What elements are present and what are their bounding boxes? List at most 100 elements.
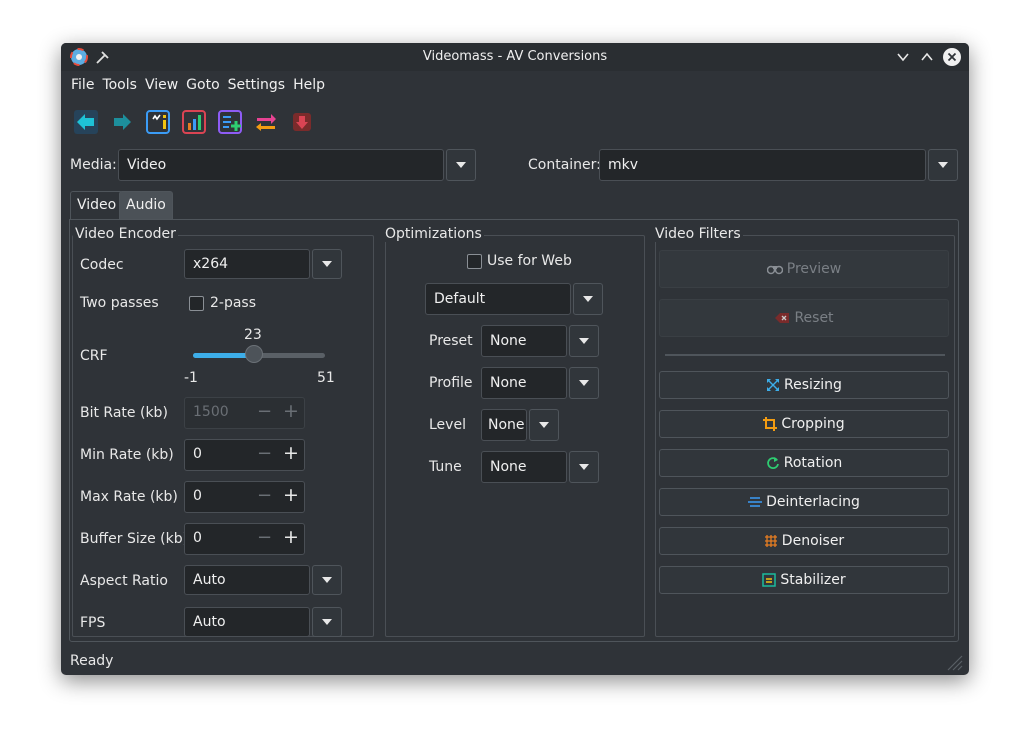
- optimizations-title: Optimizations: [383, 226, 484, 242]
- tab-video[interactable]: Video: [70, 191, 124, 219]
- rotation-label: Rotation: [783, 455, 843, 471]
- info-icon[interactable]: [145, 109, 171, 135]
- profile-preset-select[interactable]: Default: [425, 283, 571, 315]
- container-label: Container:: [528, 157, 601, 173]
- bitrate-increment[interactable]: +: [283, 400, 299, 422]
- codec-dropdown-button[interactable]: [312, 249, 342, 279]
- fps-select[interactable]: Auto: [184, 607, 310, 637]
- codec-label: Codec: [80, 257, 124, 273]
- bitrate-decrement[interactable]: −: [257, 401, 272, 422]
- profile-select[interactable]: None: [481, 367, 567, 399]
- media-label: Media:: [70, 157, 117, 173]
- reset-button[interactable]: Reset: [659, 299, 949, 337]
- profile-preset-dropdown-button[interactable]: [573, 283, 603, 315]
- cropping-button[interactable]: Cropping: [659, 410, 949, 438]
- crf-value: 23: [244, 327, 262, 343]
- maxrate-spinbox[interactable]: 0 − +: [184, 481, 305, 513]
- status-text: Ready: [70, 653, 114, 669]
- maxrate-label: Max Rate (kb): [80, 489, 178, 505]
- preset-select[interactable]: None: [481, 325, 567, 357]
- crf-min-label: -1: [184, 370, 198, 386]
- crop-icon: [763, 417, 778, 431]
- use-for-web-checkbox[interactable]: [467, 254, 482, 269]
- use-for-web-label: Use for Web: [487, 253, 572, 269]
- buffer-size-decrement[interactable]: −: [257, 527, 272, 548]
- minrate-spinbox[interactable]: 0 − +: [184, 439, 305, 471]
- two-pass-checkbox-label: 2-pass: [210, 295, 257, 311]
- stats-chart-icon[interactable]: [181, 109, 207, 135]
- noise-icon: [764, 535, 777, 547]
- crf-label: CRF: [80, 348, 108, 364]
- rotation-button[interactable]: Rotation: [659, 449, 949, 477]
- level-select[interactable]: None: [481, 409, 527, 441]
- maxrate-increment[interactable]: +: [283, 484, 299, 506]
- profile-dropdown-button[interactable]: [569, 367, 599, 399]
- rotate-icon: [766, 457, 779, 469]
- bitrate-label: Bit Rate (kb): [80, 405, 168, 421]
- cropping-label: Cropping: [781, 416, 845, 432]
- bitrate-spinbox[interactable]: 1500 − +: [184, 397, 305, 429]
- minrate-label: Min Rate (kb): [80, 447, 174, 463]
- codec-select[interactable]: x264: [184, 249, 310, 279]
- container-dropdown-button[interactable]: [928, 149, 958, 181]
- close-icon[interactable]: [942, 47, 962, 67]
- fps-dropdown-button[interactable]: [312, 607, 342, 637]
- app-window: Videomass - AV Conversions File Tools Vi…: [61, 43, 969, 675]
- aspect-ratio-dropdown-button[interactable]: [312, 565, 342, 595]
- back-arrow-icon[interactable]: [73, 109, 99, 135]
- swap-icon[interactable]: [253, 109, 279, 135]
- buffer-size-increment[interactable]: +: [283, 526, 299, 548]
- resizing-button[interactable]: Resizing: [659, 371, 949, 399]
- binoculars-icon: [766, 265, 783, 275]
- menu-bar: File Tools View Goto Settings Help: [67, 77, 329, 99]
- menu-help[interactable]: Help: [289, 77, 329, 99]
- resize-grip-icon[interactable]: [945, 653, 963, 671]
- forward-arrow-icon[interactable]: [109, 109, 135, 135]
- resizing-label: Resizing: [784, 377, 842, 393]
- stabilizer-icon: [762, 573, 777, 587]
- two-pass-checkbox[interactable]: [189, 296, 204, 311]
- buffer-size-label: Buffer Size (kb): [80, 531, 189, 547]
- denoiser-button[interactable]: Denoiser: [659, 527, 949, 555]
- profile-label: Profile: [429, 375, 473, 391]
- media-select[interactable]: Video: [118, 149, 444, 181]
- media-dropdown-button[interactable]: [446, 149, 476, 181]
- level-dropdown-button[interactable]: [529, 409, 559, 441]
- buffer-size-value: 0: [193, 530, 202, 546]
- minrate-value: 0: [193, 446, 202, 462]
- deinterlacing-button[interactable]: Deinterlacing: [659, 488, 949, 516]
- stabilizer-button[interactable]: Stabilizer: [659, 566, 949, 594]
- stabilizer-label: Stabilizer: [780, 572, 846, 588]
- tune-select[interactable]: None: [481, 451, 567, 483]
- tune-dropdown-button[interactable]: [569, 451, 599, 483]
- menu-view[interactable]: View: [141, 77, 182, 99]
- two-passes-label: Two passes: [80, 295, 159, 311]
- clear-icon: [775, 313, 790, 323]
- preset-label: Preset: [429, 333, 473, 349]
- preset-dropdown-button[interactable]: [569, 325, 599, 357]
- maximize-icon[interactable]: [920, 51, 934, 63]
- menu-goto[interactable]: Goto: [182, 77, 223, 99]
- preview-button[interactable]: Preview: [659, 250, 949, 288]
- fps-label: FPS: [80, 615, 106, 631]
- filters-divider: [665, 354, 945, 356]
- stop-icon[interactable]: [289, 109, 315, 135]
- menu-tools[interactable]: Tools: [98, 77, 141, 99]
- crf-max-label: 51: [317, 370, 335, 386]
- buffer-size-spinbox[interactable]: 0 − +: [184, 523, 305, 555]
- tune-label: Tune: [429, 459, 462, 475]
- video-encoder-title: Video Encoder: [73, 226, 178, 242]
- aspect-ratio-select[interactable]: Auto: [184, 565, 310, 595]
- resize-icon: [767, 379, 780, 391]
- minrate-decrement[interactable]: −: [257, 443, 272, 464]
- title-bar: Videomass - AV Conversions: [61, 43, 969, 71]
- tab-audio[interactable]: Audio: [119, 191, 173, 219]
- crf-slider-handle[interactable]: [245, 345, 263, 363]
- minimize-icon[interactable]: [896, 51, 910, 63]
- menu-settings[interactable]: Settings: [224, 77, 289, 99]
- container-select[interactable]: mkv: [599, 149, 926, 181]
- add-queue-icon[interactable]: [217, 109, 243, 135]
- maxrate-decrement[interactable]: −: [257, 485, 272, 506]
- menu-file[interactable]: File: [67, 77, 98, 99]
- minrate-increment[interactable]: +: [283, 442, 299, 464]
